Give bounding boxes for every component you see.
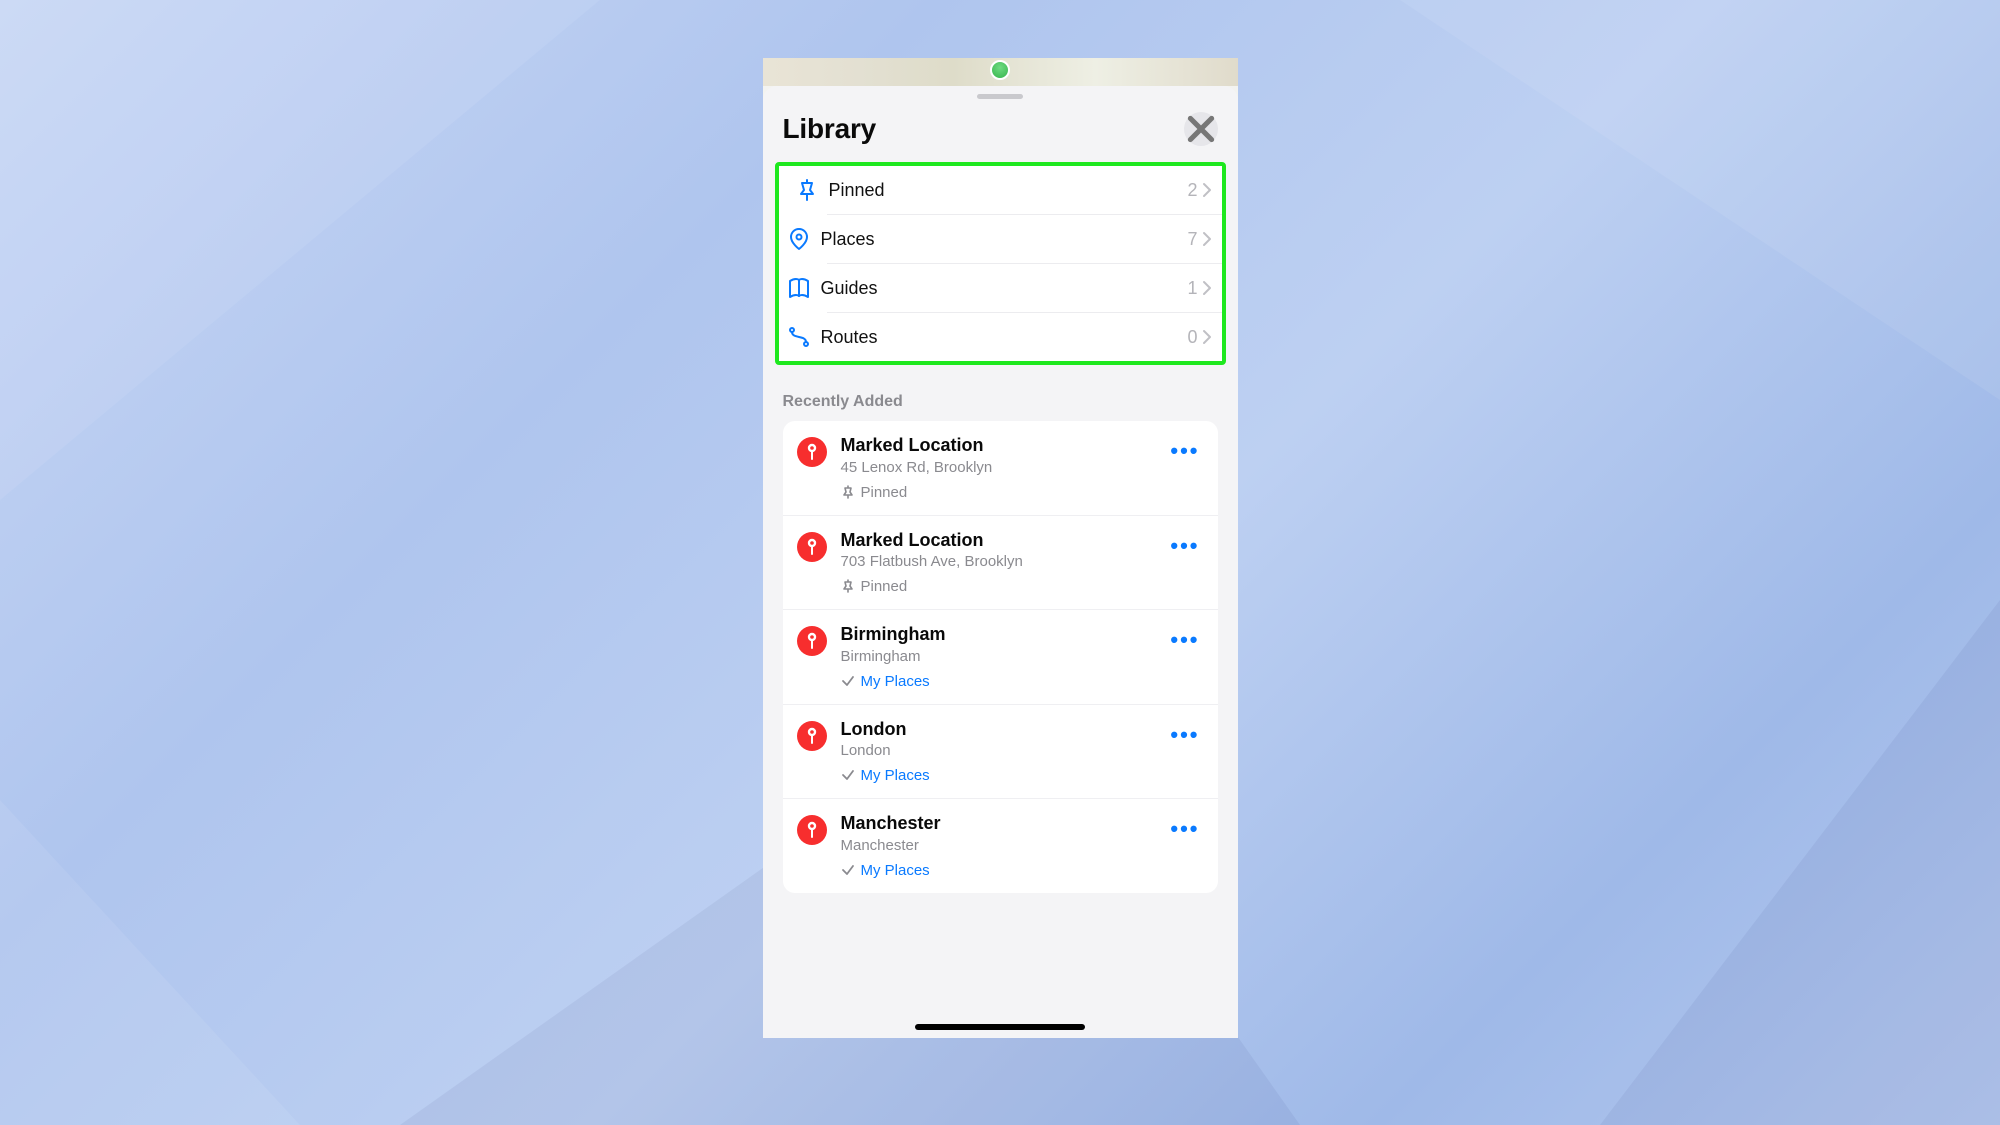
category-count: 1 [1187,278,1197,299]
category-label: Places [821,229,1188,250]
place-body: Manchester Manchester My Places [841,813,1163,879]
pin-icon [787,178,827,202]
section-header-recently-added: Recently Added [763,365,1238,421]
place-icon [779,227,819,251]
chevron-right-icon [1202,231,1212,247]
place-tag: My Places [841,673,1163,690]
place-item[interactable]: Manchester Manchester My Places ••• [783,798,1218,893]
place-tag-label: My Places [861,767,930,784]
more-button[interactable]: ••• [1162,530,1203,551]
category-label: Routes [821,327,1188,348]
place-title: Manchester [841,813,1163,835]
place-item[interactable]: London London My Places ••• [783,704,1218,799]
map-background [763,58,1238,86]
place-subtitle: Manchester [841,837,1163,854]
map-pin-icon [797,815,827,845]
category-count: 7 [1187,229,1197,250]
place-subtitle: Birmingham [841,648,1163,665]
library-sheet: Library Pinned 2 Places 7 [763,86,1238,1038]
home-indicator[interactable] [915,1024,1085,1030]
chevron-right-icon [1202,182,1212,198]
more-button[interactable]: ••• [1162,624,1203,645]
phone-frame: Library Pinned 2 Places 7 [763,58,1238,1038]
check-mini-icon [841,862,855,879]
check-mini-icon [841,673,855,690]
place-tag: My Places [841,767,1163,784]
pin-mini-icon [841,484,855,501]
sheet-header: Library [763,86,1238,158]
place-tag-label: Pinned [861,484,908,501]
map-pin-icon [797,626,827,656]
place-body: Birmingham Birmingham My Places [841,624,1163,690]
place-tag-label: My Places [861,862,930,879]
place-body: Marked Location 703 Flatbush Ave, Brookl… [841,530,1163,596]
place-subtitle: London [841,742,1163,759]
place-title: Marked Location [841,435,1163,457]
category-guides[interactable]: Guides 1 [827,263,1222,312]
more-button[interactable]: ••• [1162,813,1203,834]
map-pin-icon [797,437,827,467]
category-count: 2 [1187,180,1197,201]
category-pinned[interactable]: Pinned 2 [779,166,1222,214]
place-item[interactable]: Birmingham Birmingham My Places ••• [783,609,1218,704]
category-count: 0 [1187,327,1197,348]
category-label: Guides [821,278,1188,299]
route-icon [779,325,819,349]
place-title: Birmingham [841,624,1163,646]
place-tag: Pinned [841,578,1163,595]
category-label: Pinned [829,180,1188,201]
map-pin-icon [797,532,827,562]
place-item[interactable]: Marked Location 45 Lenox Rd, Brooklyn Pi… [783,421,1218,515]
categories-list: Pinned 2 Places 7 Guides 1 [775,162,1226,365]
place-tag: My Places [841,862,1163,879]
chevron-right-icon [1202,329,1212,345]
chevron-right-icon [1202,280,1212,296]
close-icon [1184,112,1218,146]
place-tag-label: My Places [861,673,930,690]
place-title: Marked Location [841,530,1163,552]
check-mini-icon [841,767,855,784]
page-title: Library [783,113,877,145]
book-icon [779,276,819,300]
place-subtitle: 703 Flatbush Ave, Brooklyn [841,553,1163,570]
place-body: Marked Location 45 Lenox Rd, Brooklyn Pi… [841,435,1163,501]
more-button[interactable]: ••• [1162,719,1203,740]
place-tag-label: Pinned [861,578,908,595]
place-body: London London My Places [841,719,1163,785]
place-title: London [841,719,1163,741]
more-button[interactable]: ••• [1162,435,1203,456]
close-button[interactable] [1184,112,1218,146]
places-list: Marked Location 45 Lenox Rd, Brooklyn Pi… [783,421,1218,893]
place-subtitle: 45 Lenox Rd, Brooklyn [841,459,1163,476]
category-places[interactable]: Places 7 [827,214,1222,263]
map-pin-icon [797,721,827,751]
category-routes[interactable]: Routes 0 [827,312,1222,361]
place-tag: Pinned [841,484,1163,501]
place-item[interactable]: Marked Location 703 Flatbush Ave, Brookl… [783,515,1218,610]
pin-mini-icon [841,578,855,595]
